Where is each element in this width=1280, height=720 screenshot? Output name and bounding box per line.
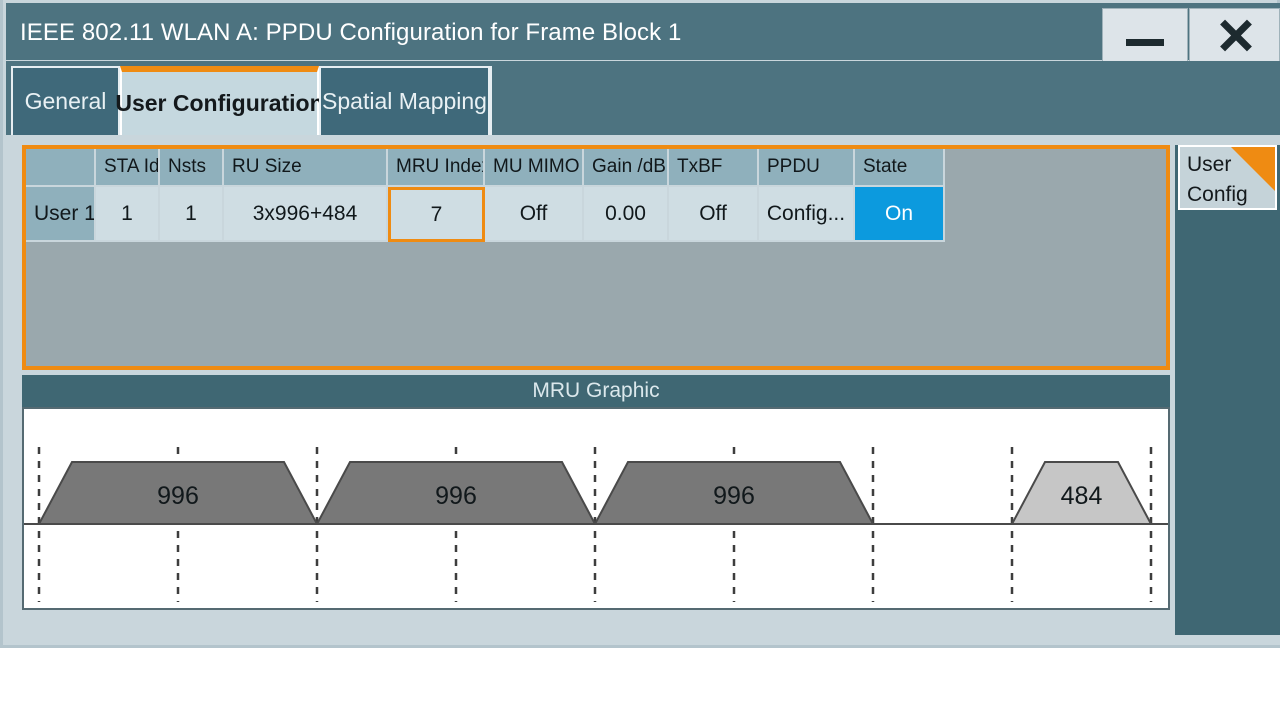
tab-general[interactable]: General bbox=[11, 66, 120, 135]
table-header-ppdu: PPDU bbox=[759, 149, 855, 187]
mru-graphic-svg: 996 996 996 484 bbox=[24, 447, 1168, 602]
sidebar-panel bbox=[1175, 145, 1280, 635]
cell-ru-size[interactable]: 3x996+484 bbox=[224, 187, 388, 242]
tab-bar: General User Configuration Spatial Mappi… bbox=[6, 61, 1280, 135]
tab-spatial-mapping[interactable]: Spatial Mapping bbox=[319, 66, 490, 135]
tab-user-configuration-label: User Configuration bbox=[115, 90, 324, 116]
table-header-ru-size: RU Size bbox=[224, 149, 388, 187]
ru-block-label: 484 bbox=[1061, 482, 1103, 510]
minimize-icon bbox=[1126, 38, 1164, 46]
table-header-gain-db: Gain /dB bbox=[584, 149, 669, 187]
ru-block-label: 996 bbox=[157, 482, 199, 510]
cell-user: User 1 bbox=[26, 187, 96, 242]
table-row: User 1 1 1 3x996+484 7 Off 0.00 Off Conf… bbox=[26, 187, 946, 242]
tab-user-configuration[interactable]: User Configuration bbox=[115, 66, 324, 135]
user-configuration-table-container: STA Id Nsts RU Size MRU Index MU MIMO Ga… bbox=[22, 145, 1170, 370]
cell-ppdu[interactable]: Config... bbox=[759, 187, 855, 242]
sidebar-item-user-config-label: User Config bbox=[1187, 150, 1248, 208]
table-header-sta-id: STA Id bbox=[96, 149, 160, 187]
minimize-button[interactable] bbox=[1102, 8, 1188, 62]
close-icon bbox=[1217, 17, 1253, 53]
table-header-user bbox=[26, 149, 96, 187]
table-header-row: STA Id Nsts RU Size MRU Index MU MIMO Ga… bbox=[26, 149, 946, 187]
cell-sta-id[interactable]: 1 bbox=[96, 187, 160, 242]
ppdu-configuration-window: IEEE 802.11 WLAN A: PPDU Configuration f… bbox=[0, 0, 1280, 648]
table-header-mru-index: MRU Index bbox=[388, 149, 485, 187]
cell-mu-mimo[interactable]: Off bbox=[485, 187, 584, 242]
table-header-nsts: Nsts bbox=[160, 149, 224, 187]
mru-graphic-title-label: MRU Graphic bbox=[532, 379, 660, 402]
cell-gain-db[interactable]: 0.00 bbox=[584, 187, 669, 242]
mru-graphic-canvas: 996 996 996 484 bbox=[22, 407, 1170, 610]
ru-block-label: 996 bbox=[435, 482, 477, 510]
window-title-bar: IEEE 802.11 WLAN A: PPDU Configuration f… bbox=[6, 3, 1280, 62]
tab-spatial-mapping-label: Spatial Mapping bbox=[322, 88, 487, 114]
cell-mru-index[interactable]: 7 bbox=[388, 187, 485, 242]
cell-state[interactable]: On bbox=[855, 187, 945, 242]
user-config-line-1: User bbox=[1187, 153, 1232, 176]
ru-block-label: 996 bbox=[713, 482, 755, 510]
user-configuration-table: STA Id Nsts RU Size MRU Index MU MIMO Ga… bbox=[26, 149, 946, 242]
table-header-state: State bbox=[855, 149, 945, 187]
tab-general-label: General bbox=[24, 88, 107, 114]
table-header-mu-mimo: MU MIMO bbox=[485, 149, 584, 187]
cell-txbf[interactable]: Off bbox=[669, 187, 759, 242]
user-config-line-2: Config bbox=[1187, 183, 1248, 206]
sidebar-item-user-config[interactable]: User Config bbox=[1178, 145, 1277, 210]
mru-graphic-title: MRU Graphic bbox=[22, 375, 1170, 407]
main-panel: STA Id Nsts RU Size MRU Index MU MIMO Ga… bbox=[6, 135, 1280, 645]
cell-nsts[interactable]: 1 bbox=[160, 187, 224, 242]
page-title: IEEE 802.11 WLAN A: PPDU Configuration f… bbox=[20, 19, 682, 46]
tab-strip-divider bbox=[490, 66, 492, 135]
table-header-txbf: TxBF bbox=[669, 149, 759, 187]
close-button[interactable] bbox=[1189, 8, 1280, 62]
